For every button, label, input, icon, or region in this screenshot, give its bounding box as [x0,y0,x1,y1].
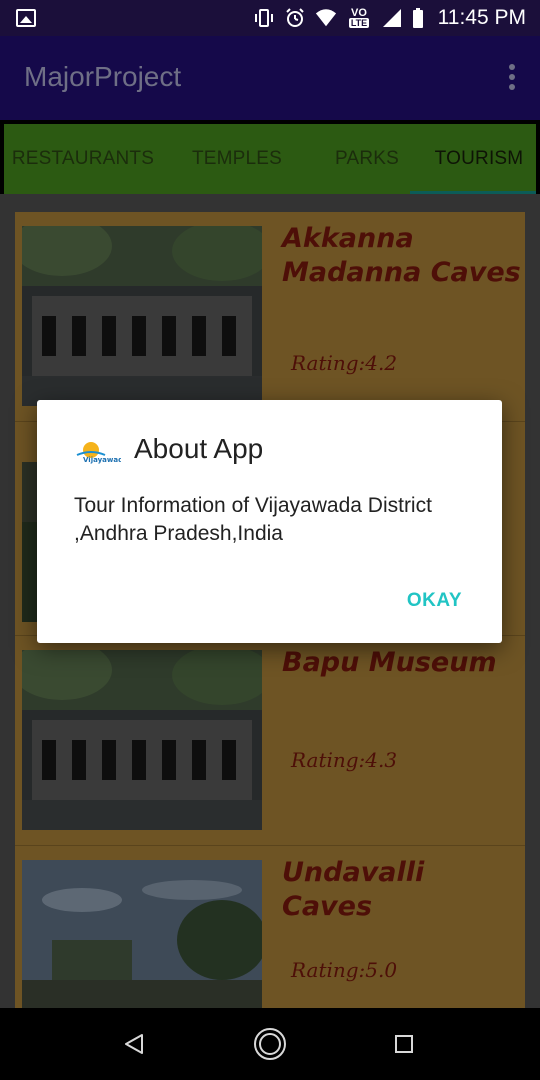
about-dialog: Vijayawada About App Tour Information of… [37,400,502,643]
logo-text: Vijayawada [83,456,121,464]
app-logo: Vijayawada [75,440,128,464]
dialog-message: Tour Information of Vijayawada District … [74,494,432,545]
okay-button[interactable]: OKAY [407,590,462,612]
home-icon[interactable] [252,1026,288,1062]
dialog-title: About App [134,433,264,464]
navigation-bar [0,1008,540,1080]
recents-icon[interactable] [386,1026,422,1062]
back-icon[interactable] [116,1026,152,1062]
